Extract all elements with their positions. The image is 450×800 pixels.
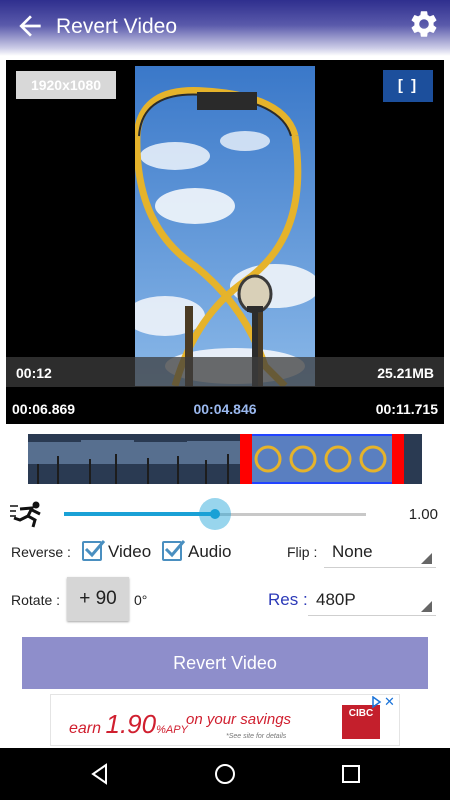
- nav-back-icon[interactable]: [86, 760, 114, 788]
- ad-brand-logo: CIBC: [342, 705, 380, 739]
- video-preview[interactable]: 1920x1080 [ ] 00:12 25.21MB 00:06.869 00…: [6, 60, 444, 424]
- video-checkbox[interactable]: [82, 540, 106, 561]
- arrow-back-icon[interactable]: [14, 10, 46, 42]
- ad-headline: earn 1.90%APY: [69, 709, 188, 740]
- ad-rate-unit: %APY: [156, 724, 188, 736]
- ad-earn-text: earn: [69, 720, 102, 737]
- resolution-badge: 1920x1080: [16, 71, 116, 99]
- flip-dropdown[interactable]: None: [324, 536, 436, 568]
- video-duration: 00:12: [16, 365, 52, 381]
- gear-icon[interactable]: [408, 8, 440, 40]
- system-nav-bar: [0, 748, 450, 800]
- speed-value: 1.00: [408, 506, 438, 523]
- ad-rate: 1.90: [105, 709, 157, 739]
- flip-selected: None: [332, 542, 373, 561]
- video-frame-image: [135, 66, 315, 386]
- ad-disclaimer: *See site for details: [226, 733, 287, 740]
- checkmark-icon: [164, 540, 186, 558]
- page-title: Revert Video: [56, 15, 178, 38]
- flip-label: Flip :: [287, 544, 318, 560]
- dropdown-arrow-icon: [421, 553, 432, 564]
- nav-home-icon[interactable]: [211, 760, 239, 788]
- ad-tagline: on your savings: [186, 711, 292, 728]
- timeline-thumbnails: [28, 434, 422, 484]
- adchoices-icon[interactable]: [370, 696, 382, 708]
- video-frame: [135, 66, 315, 386]
- speed-slider-fill: [64, 512, 215, 516]
- resolution-dropdown[interactable]: 480P: [308, 584, 436, 616]
- resolution-label: Res :: [268, 590, 308, 609]
- checkmark-icon: [84, 540, 106, 558]
- rotate-90-button[interactable]: + 90: [67, 577, 129, 621]
- ad-close-icon[interactable]: ✕: [384, 695, 397, 708]
- app-bar: Revert Video: [0, 0, 450, 56]
- nav-recents-icon[interactable]: [337, 760, 365, 788]
- trim-end-time: 00:11.715: [375, 401, 438, 417]
- speed-slider-knob[interactable]: [199, 498, 231, 530]
- rotate-label: Rotate :: [11, 592, 61, 608]
- dropdown-arrow-icon: [421, 601, 432, 612]
- fullscreen-button[interactable]: [ ]: [383, 70, 433, 102]
- ad-banner[interactable]: earn 1.90%APY on your savings *See site …: [50, 694, 400, 746]
- resolution-selected: 480P: [316, 590, 356, 609]
- runner-icon: [10, 501, 41, 528]
- audio-checkbox-label: Audio: [188, 542, 232, 561]
- rotation-degrees: 0°: [134, 592, 148, 608]
- reverse-label: Reverse :: [11, 544, 71, 560]
- revert-video-button[interactable]: Revert Video: [22, 637, 428, 689]
- audio-checkbox[interactable]: [162, 540, 186, 561]
- video-checkbox-label: Video: [108, 542, 152, 561]
- file-size: 25.21MB: [377, 365, 434, 381]
- timeline-strip[interactable]: [28, 434, 422, 484]
